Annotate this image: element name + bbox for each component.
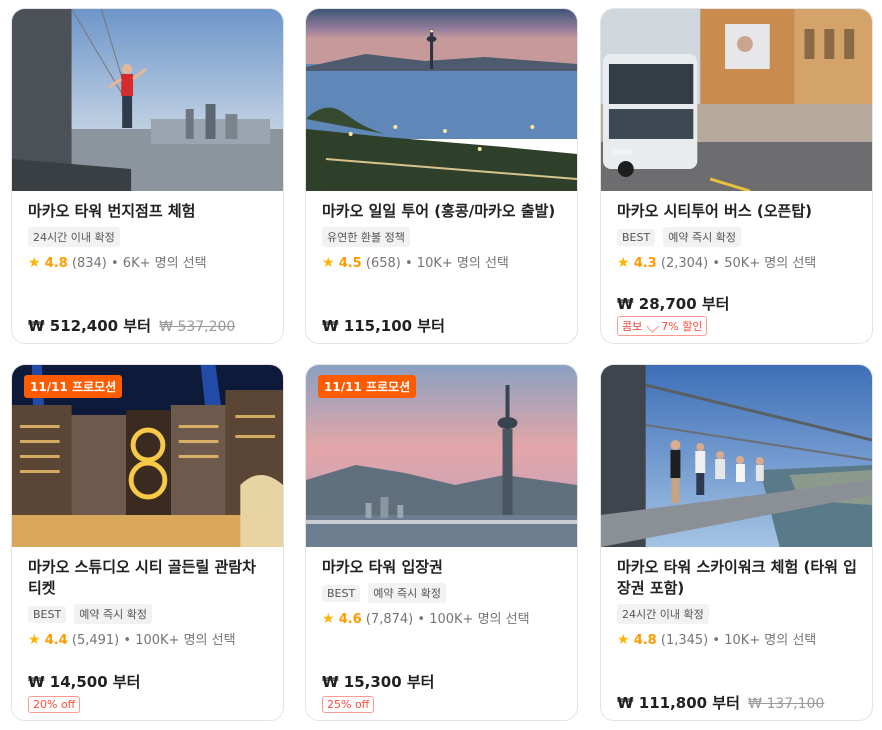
- product-card-golden-reel[interactable]: 11/11 프로모션 마카오 스튜디오 시티 골든릴 관람차 티켓 BEST 예…: [11, 364, 284, 721]
- product-card-city-bus[interactable]: 마카오 시티투어 버스 (오픈탑) BEST 예약 즉시 확정 ★ 4.3 (2…: [600, 8, 873, 344]
- rating-score: 4.3: [633, 256, 657, 271]
- star-icon: ★: [322, 255, 335, 271]
- original-price: ₩ 537,200: [159, 319, 236, 335]
- product-card-skywalk[interactable]: 마카오 타워 스카이워크 체험 (타워 입장권 포함) 24시간 이내 확정 ★…: [600, 364, 873, 721]
- product-title[interactable]: 마카오 스튜디오 시티 골든릴 관람차 티켓: [28, 557, 269, 599]
- tag-best: BEST: [322, 585, 361, 602]
- rating-score: 4.8: [633, 633, 657, 648]
- product-image: [12, 9, 283, 191]
- product-title[interactable]: 마카오 시티투어 버스 (오픈탑): [617, 201, 858, 222]
- separator-dot: •: [417, 612, 426, 627]
- review-count: (7,874): [365, 612, 414, 627]
- popularity-count: 50K+ 명의 선택: [724, 256, 817, 271]
- product-image: 11/11 프로모션: [12, 365, 283, 547]
- popularity-count: 10K+ 명의 선택: [724, 633, 817, 648]
- current-price: ₩ 111,800 부터: [617, 694, 740, 712]
- rating-score: 4.8: [44, 256, 68, 271]
- tag-best: BEST: [28, 606, 67, 623]
- promo-badge: 11/11 프로모션: [24, 375, 123, 398]
- tag-confirmation: 24시간 이내 확정: [28, 227, 120, 247]
- star-icon: ★: [617, 255, 630, 271]
- product-image: 11/11 프로모션: [306, 365, 577, 547]
- discount-label: 25% off: [327, 698, 370, 711]
- product-card-tower-bungee[interactable]: 마카오 타워 번지점프 체험 24시간 이내 확정 ★ 4.8 (834) • …: [11, 8, 284, 344]
- review-count: (2,304): [660, 256, 709, 271]
- discount-badge: 25% off: [322, 696, 375, 713]
- product-title[interactable]: 마카오 타워 스카이워크 체험 (타워 입장권 포함): [617, 557, 858, 599]
- popularity-count: 100K+ 명의 선택: [135, 633, 236, 648]
- current-price: ₩ 15,300 부터: [322, 673, 435, 691]
- current-price: ₩ 14,500 부터: [28, 673, 141, 691]
- star-icon: ★: [28, 255, 41, 271]
- popularity-count: 6K+ 명의 선택: [122, 256, 207, 271]
- rating-row: ★ 4.4 (5,491) • 100K+ 명의 선택: [28, 629, 269, 648]
- product-title[interactable]: 마카오 타워 번지점프 체험: [28, 201, 269, 222]
- product-image: [306, 9, 577, 191]
- separator-dot: •: [404, 256, 413, 271]
- rating-row: ★ 4.8 (1,345) • 10K+ 명의 선택: [617, 629, 858, 648]
- product-title[interactable]: 마카오 일일 투어 (홍콩/마카오 출발): [322, 201, 563, 222]
- review-count: (5,491): [71, 633, 120, 648]
- star-icon: ★: [28, 632, 41, 648]
- discount-badge: 콤보 7% 할인: [617, 316, 708, 336]
- rating-score: 4.4: [44, 633, 68, 648]
- discount-label: 20% off: [33, 698, 76, 711]
- current-price: ₩ 512,400 부터: [28, 317, 151, 335]
- price: ₩ 15,300 부터: [322, 671, 434, 692]
- price: ₩ 28,700 부터: [617, 293, 729, 314]
- star-icon: ★: [617, 632, 630, 648]
- badge-divider-icon: [646, 320, 660, 333]
- tag-instant-confirm: 예약 즉시 확정: [368, 583, 447, 603]
- rating-score: 4.6: [338, 612, 362, 627]
- review-count: (1,345): [660, 633, 709, 648]
- tag-instant-confirm: 예약 즉시 확정: [663, 227, 742, 247]
- popularity-count: 10K+ 명의 선택: [416, 256, 509, 271]
- original-price: ₩ 137,100: [748, 696, 825, 712]
- separator-dot: •: [712, 633, 721, 648]
- price: ₩ 512,400 부터 ₩ 537,200: [28, 315, 235, 336]
- rating-row: ★ 4.3 (2,304) • 50K+ 명의 선택: [617, 252, 858, 271]
- tag-instant-confirm: 예약 즉시 확정: [74, 604, 153, 624]
- product-image: [601, 9, 872, 191]
- product-title[interactable]: 마카오 타워 입장권: [322, 557, 563, 578]
- rating-score: 4.5: [338, 256, 362, 271]
- discount-badge: 20% off: [28, 696, 81, 713]
- popularity-count: 100K+ 명의 선택: [429, 612, 530, 627]
- separator-dot: •: [712, 256, 721, 271]
- rating-row: ★ 4.6 (7,874) • 100K+ 명의 선택: [322, 608, 563, 627]
- star-icon: ★: [322, 611, 335, 627]
- price: ₩ 111,800 부터 ₩ 137,100: [617, 692, 824, 713]
- separator-dot: •: [123, 633, 132, 648]
- tag-refund-policy: 유연한 환불 정책: [322, 227, 410, 247]
- separator-dot: •: [110, 256, 119, 271]
- price: ₩ 115,100 부터: [322, 315, 445, 336]
- rating-row: ★ 4.8 (834) • 6K+ 명의 선택: [28, 252, 269, 271]
- current-price: ₩ 115,100 부터: [322, 317, 445, 335]
- rating-row: ★ 4.5 (658) • 10K+ 명의 선택: [322, 252, 563, 271]
- combo-label: 콤보: [622, 320, 643, 333]
- price: ₩ 14,500 부터: [28, 671, 140, 692]
- tag-best: BEST: [617, 229, 656, 246]
- review-count: (658): [365, 256, 401, 271]
- review-count: (834): [71, 256, 107, 271]
- product-card-day-tour[interactable]: 마카오 일일 투어 (홍콩/마카오 출발) 유연한 환불 정책 ★ 4.5 (6…: [305, 8, 578, 344]
- promo-badge: 11/11 프로모션: [318, 375, 417, 398]
- tag-confirmation: 24시간 이내 확정: [617, 604, 709, 624]
- current-price: ₩ 28,700 부터: [617, 295, 730, 313]
- discount-label: 7% 할인: [661, 320, 703, 333]
- product-image: [601, 365, 872, 547]
- product-card-tower-ticket[interactable]: 11/11 프로모션 마카오 타워 입장권 BEST 예약 즉시 확정 ★ 4.…: [305, 364, 578, 721]
